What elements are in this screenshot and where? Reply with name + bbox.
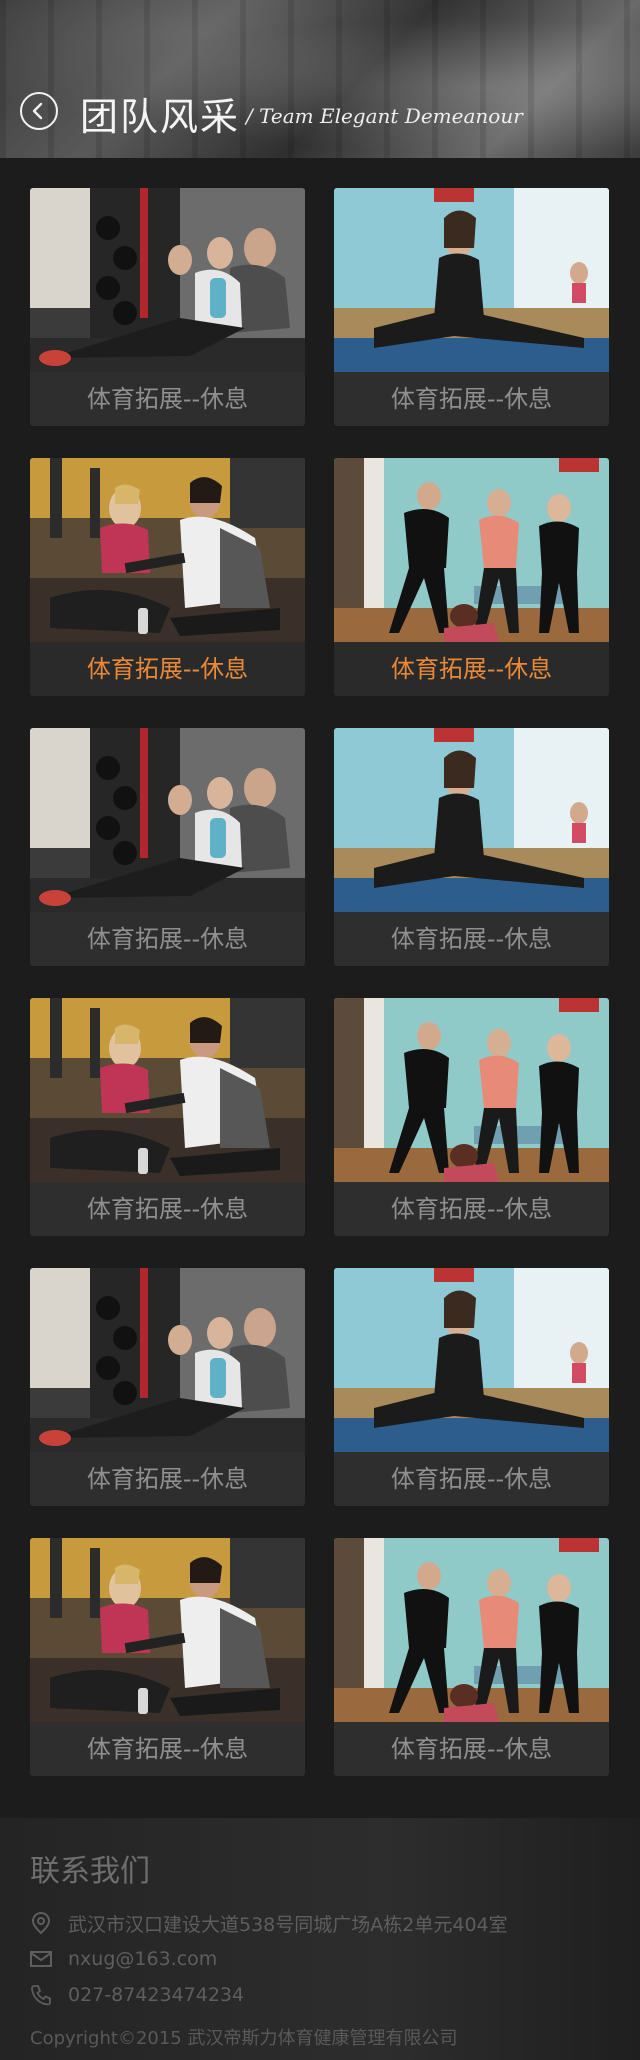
tablet-talk-photo[interactable]: [30, 1538, 305, 1722]
gallery-card-caption[interactable]: 体育拓展--休息: [30, 372, 305, 426]
gym-rest-photo[interactable]: [30, 188, 305, 372]
gallery-card-caption[interactable]: 体育拓展--休息: [334, 1452, 609, 1506]
gallery-card-caption[interactable]: 体育拓展--休息: [30, 1722, 305, 1776]
copyright-text: Copyright©2015 武汉帝斯力体育健康管理有限公司: [30, 2028, 458, 2049]
phone-link[interactable]: 027-87423474234: [68, 1984, 244, 2006]
chevron-left-icon: [32, 102, 43, 120]
team-gallery: 体育拓展--休息 体育拓展--休息 体育拓展--休息 体育拓展--休息 体育拓展…: [0, 158, 640, 1818]
gym-rest-photo[interactable]: [30, 1268, 305, 1452]
gallery-card[interactable]: 体育拓展--休息: [30, 728, 305, 966]
gallery-card[interactable]: 体育拓展--休息: [334, 728, 609, 966]
group-stretch-photo[interactable]: [334, 1538, 609, 1722]
phone-row[interactable]: 027-87423474234: [28, 1980, 244, 2010]
tablet-talk-photo[interactable]: [30, 998, 305, 1182]
gallery-card-caption[interactable]: 体育拓展--休息: [334, 1722, 609, 1776]
gallery-card-caption[interactable]: 体育拓展--休息: [334, 642, 609, 696]
gallery-card[interactable]: 体育拓展--休息: [334, 188, 609, 426]
gallery-card-caption[interactable]: 体育拓展--休息: [30, 912, 305, 966]
group-stretch-photo[interactable]: [334, 458, 609, 642]
gallery-card[interactable]: 体育拓展--休息: [334, 458, 609, 696]
stretch-split-photo[interactable]: [334, 728, 609, 912]
gallery-card[interactable]: 体育拓展--休息: [30, 1268, 305, 1506]
contact-title: 联系我们: [30, 1854, 150, 1889]
gallery-card-caption[interactable]: 体育拓展--休息: [334, 912, 609, 966]
contact-footer: 联系我们 武汉市汉口建设大道538号同城广场A栋2单元404室 nxug@163…: [0, 1818, 640, 2060]
email-row[interactable]: nxug@163.com: [28, 1944, 217, 1974]
stretch-split-photo[interactable]: [334, 1268, 609, 1452]
gallery-card-caption[interactable]: 体育拓展--休息: [30, 1452, 305, 1506]
gallery-card[interactable]: 体育拓展--休息: [30, 188, 305, 426]
gallery-card[interactable]: 体育拓展--休息: [334, 998, 609, 1236]
back-button[interactable]: [20, 92, 58, 130]
gallery-card-caption[interactable]: 体育拓展--休息: [30, 1182, 305, 1236]
group-stretch-photo[interactable]: [334, 998, 609, 1182]
gym-rest-photo[interactable]: [30, 728, 305, 912]
address-row: 武汉市汉口建设大道538号同城广场A栋2单元404室: [28, 1908, 508, 1938]
gallery-card-caption[interactable]: 体育拓展--休息: [334, 1182, 609, 1236]
address-text: 武汉市汉口建设大道538号同城广场A栋2单元404室: [68, 1913, 508, 1936]
phone-icon: [28, 1982, 54, 2008]
envelope-icon: [28, 1946, 54, 1972]
gallery-card[interactable]: 体育拓展--休息: [30, 458, 305, 696]
page-title: 团队风采: [80, 95, 241, 139]
gallery-card[interactable]: 体育拓展--休息: [30, 998, 305, 1236]
gallery-card-caption[interactable]: 体育拓展--休息: [334, 372, 609, 426]
gallery-card[interactable]: 体育拓展--休息: [334, 1538, 609, 1776]
gallery-card[interactable]: 体育拓展--休息: [30, 1538, 305, 1776]
email-link[interactable]: nxug@163.com: [68, 1948, 217, 1970]
page-subtitle: / Team Elegant Demeanour: [246, 104, 523, 128]
gallery-card-caption[interactable]: 体育拓展--休息: [30, 642, 305, 696]
page-header: 团队风采 / Team Elegant Demeanour: [0, 0, 640, 158]
tablet-talk-photo[interactable]: [30, 458, 305, 642]
stretch-split-photo[interactable]: [334, 188, 609, 372]
location-pin-icon: [28, 1910, 54, 1936]
gallery-card[interactable]: 体育拓展--休息: [334, 1268, 609, 1506]
